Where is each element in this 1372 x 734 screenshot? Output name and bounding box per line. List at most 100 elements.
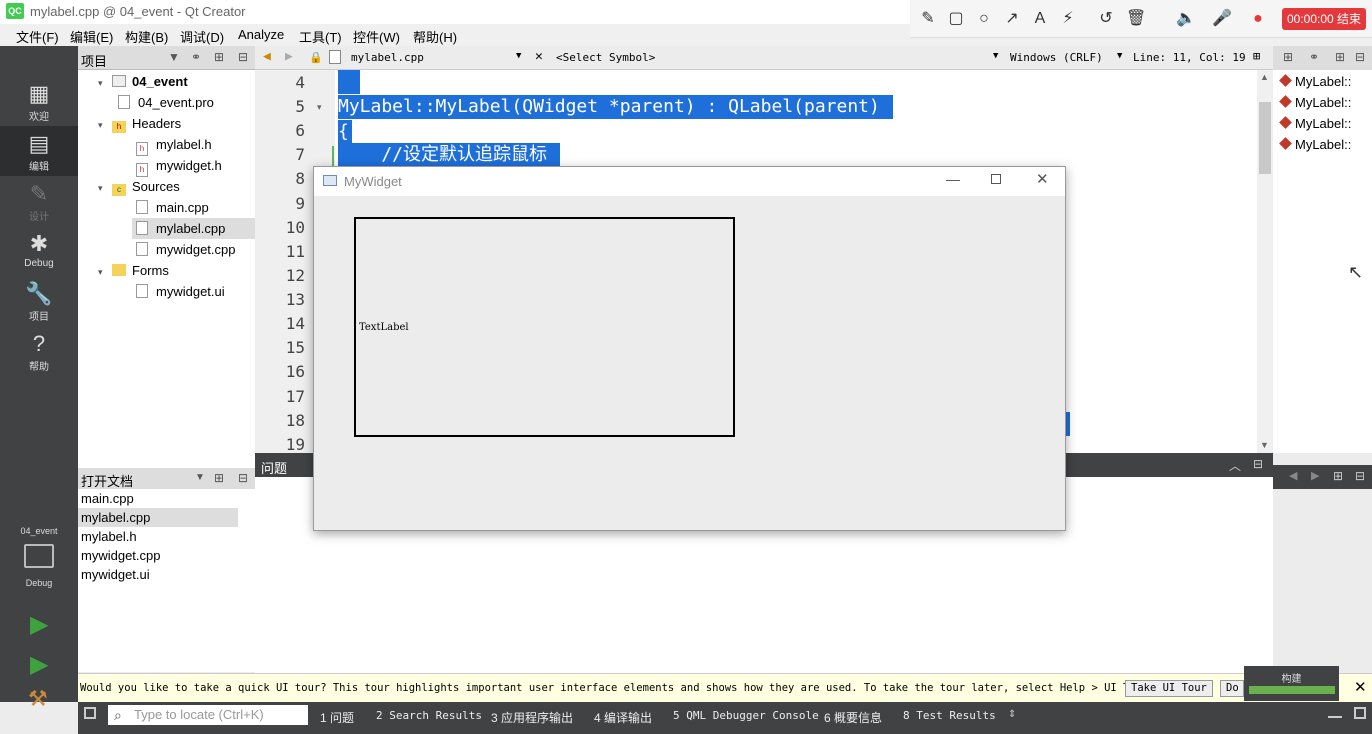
tree-item-forms[interactable]: ▾ Forms: [98, 260, 169, 281]
open-doc-item[interactable]: mylabel.h: [78, 527, 238, 546]
dont-show-button[interactable]: Do: [1220, 680, 1244, 697]
fold-arrow-icon[interactable]: ▾: [317, 102, 322, 113]
expand-arrow-icon[interactable]: ▾: [98, 178, 112, 199]
filter-icon[interactable]: ▼: [168, 50, 180, 64]
outline-item[interactable]: MyLabel::: [1279, 134, 1351, 155]
link-icon[interactable]: ⚭: [191, 50, 201, 64]
rectangle-icon[interactable]: ▢: [946, 9, 966, 29]
mode-edit[interactable]: ▤ 编辑: [0, 126, 78, 176]
microphone-icon[interactable]: 🎤: [1212, 9, 1232, 29]
toggle-right-sidebar-icon[interactable]: [1354, 707, 1366, 719]
split-icon[interactable]: ⊞: [214, 50, 224, 64]
tree-item-project[interactable]: ▾ 04_event: [98, 71, 188, 92]
file-dropdown-icon[interactable]: ▼: [516, 51, 521, 61]
prev-icon[interactable]: ◀: [1289, 469, 1297, 482]
scroll-up-icon[interactable]: ▲: [1260, 72, 1269, 82]
open-doc-item[interactable]: mywidget.ui: [78, 565, 238, 584]
tab-search-results[interactable]: 2 Search Results: [376, 709, 482, 722]
close-panel-icon[interactable]: ⊟: [1253, 457, 1263, 471]
close-panel-icon[interactable]: ⊟: [1355, 50, 1365, 64]
split-icon[interactable]: ⊞: [1283, 50, 1293, 64]
split-icon[interactable]: ⊞: [1335, 50, 1345, 64]
toggle-sidebar-icon[interactable]: [84, 707, 96, 719]
tree-item-main-cpp[interactable]: main.cpp: [136, 197, 209, 218]
tab-qml-console[interactable]: 5 QML Debugger Console: [673, 709, 819, 722]
run-icon[interactable]: ▶: [30, 610, 48, 639]
mode-welcome[interactable]: ▦ 欢迎: [0, 76, 78, 126]
code-line-brace[interactable]: {: [338, 120, 352, 144]
line-ending-dropdown-icon[interactable]: ▼: [1117, 51, 1122, 61]
tab-test-results[interactable]: 8 Test Results: [903, 709, 996, 722]
tab-issues[interactable]: 1 问题: [320, 709, 354, 726]
open-doc-item[interactable]: mylabel.cpp: [78, 508, 238, 527]
arrow-icon[interactable]: ↗: [1002, 9, 1022, 29]
split-icon[interactable]: ⊞: [1333, 469, 1343, 483]
line-ending-selector[interactable]: Windows (CRLF): [1010, 51, 1103, 64]
tree-item-mylabel-h[interactable]: h mylabel.h: [136, 134, 212, 156]
tree-item-headers[interactable]: ▾ h Headers: [98, 113, 181, 134]
expand-arrow-icon[interactable]: ▾: [98, 73, 112, 94]
tree-item-sources[interactable]: ▾ c Sources: [98, 176, 180, 197]
mylabel-widget[interactable]: TextLabel: [354, 217, 735, 437]
close-banner-icon[interactable]: ✕: [1354, 678, 1367, 696]
scroll-down-icon[interactable]: ▼: [1260, 440, 1269, 450]
tab-app-output[interactable]: 3 应用程序输出: [491, 709, 573, 726]
scrollbar-thumb[interactable]: [1259, 102, 1271, 174]
mode-design[interactable]: ✎ 设计: [0, 176, 78, 226]
split-icon[interactable]: ⊞: [214, 471, 224, 485]
mode-projects[interactable]: 🔧 项目: [0, 276, 78, 326]
editor-scrollbar[interactable]: ▲ ▼: [1257, 70, 1273, 453]
code-line-selection[interactable]: [338, 70, 360, 94]
minimize-icon[interactable]: —: [946, 171, 960, 187]
pen-icon[interactable]: ✎: [918, 9, 938, 29]
tab-general-messages[interactable]: 6 概要信息: [824, 709, 882, 726]
cursor-position[interactable]: Line: 11, Col: 19: [1133, 51, 1246, 64]
forward-icon[interactable]: ▶: [285, 49, 293, 64]
record-icon[interactable]: ●: [1248, 9, 1268, 29]
menu-analyze[interactable]: Analyze: [238, 27, 284, 42]
menu-file[interactable]: 文件(F): [16, 27, 59, 46]
mywidget-title-bar[interactable]: MyWidget — ✕: [314, 167, 1065, 196]
more-tabs-icon[interactable]: ⇕: [1008, 709, 1016, 720]
tab-compile-output[interactable]: 4 编译输出: [594, 709, 652, 726]
monitor-icon[interactable]: [24, 544, 54, 568]
magic-wand-icon[interactable]: ⚡: [1058, 9, 1078, 29]
expand-arrow-icon[interactable]: ▾: [98, 115, 112, 136]
text-icon[interactable]: A: [1030, 9, 1050, 29]
outline-item[interactable]: MyLabel::: [1279, 92, 1351, 113]
tree-item-mywidget-ui[interactable]: mywidget.ui: [136, 281, 225, 302]
menu-build[interactable]: 构建(B): [125, 27, 168, 46]
code-line-constructor[interactable]: MyLabel::MyLabel(QWidget *parent) : QLab…: [338, 95, 893, 119]
tree-item-mywidget-cpp[interactable]: mywidget.cpp: [136, 239, 235, 260]
open-doc-item[interactable]: main.cpp: [78, 489, 238, 508]
close-panel-icon[interactable]: ⊟: [238, 50, 248, 64]
outline-item[interactable]: MyLabel::: [1279, 71, 1351, 92]
current-file-name[interactable]: mylabel.cpp: [351, 51, 424, 64]
open-doc-item[interactable]: mywidget.cpp: [78, 546, 238, 565]
close-file-icon[interactable]: ✕: [535, 49, 543, 64]
menu-debug[interactable]: 调试(D): [180, 27, 224, 46]
split-icon[interactable]: ⊞: [1253, 49, 1260, 63]
tree-item-mywidget-h[interactable]: h mywidget.h: [136, 155, 222, 177]
mode-help[interactable]: ? 帮助: [0, 326, 78, 376]
menu-controls[interactable]: 控件(W): [353, 27, 400, 46]
take-tour-button[interactable]: Take UI Tour: [1125, 680, 1213, 697]
hammer-icon[interactable]: ⚒: [28, 686, 48, 712]
outline-item[interactable]: MyLabel::: [1279, 113, 1351, 134]
mywidget-window[interactable]: MyWidget — ✕ TextLabel: [313, 166, 1066, 531]
progress-details-icon[interactable]: [1328, 708, 1342, 718]
speaker-icon[interactable]: 🔈: [1176, 9, 1196, 29]
undo-icon[interactable]: ↺: [1096, 9, 1116, 29]
dropdown-icon[interactable]: ▼: [195, 472, 205, 483]
debug-run-icon[interactable]: ▶: [30, 650, 48, 679]
back-icon[interactable]: ◀: [263, 49, 271, 64]
locator-input[interactable]: ⌕ Type to locate (Ctrl+K): [108, 705, 308, 725]
menu-tools[interactable]: 工具(T): [299, 27, 342, 46]
tree-item-mylabel-cpp[interactable]: mylabel.cpp: [132, 218, 255, 239]
next-icon[interactable]: ▶: [1311, 469, 1319, 482]
symbol-dropdown-icon[interactable]: ▼: [993, 51, 998, 61]
ellipse-icon[interactable]: ○: [974, 9, 994, 29]
collapse-icon[interactable]: ︿: [1229, 457, 1241, 474]
close-panel-icon[interactable]: ⊟: [1355, 469, 1365, 483]
mode-debug[interactable]: ✱ Debug: [0, 226, 78, 276]
